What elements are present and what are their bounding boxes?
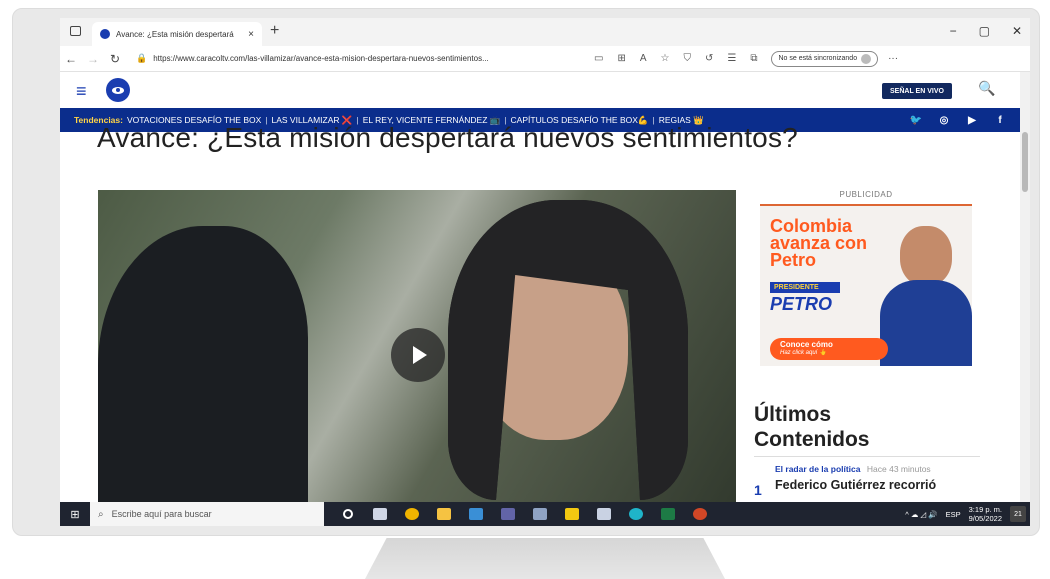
browser-tab[interactable]: Avance: ¿Esta misión despertará × [92,22,262,46]
window-controls: − ▢ ✕ [950,24,1022,38]
address-toolbar: ← → ↻ 🔒 https://www.caracoltv.com/las-vi… [60,46,1030,72]
ad-cta-button[interactable]: Conoce cómo Haz click aquí 👆 [770,338,888,360]
extension-icon[interactable]: ⛉ [683,53,691,64]
read-aloud-icon[interactable]: A [640,53,647,64]
powerpoint-icon[interactable] [684,502,716,526]
twitter-icon[interactable]: 🐦 [908,112,924,128]
forward-icon[interactable]: → [82,52,104,66]
screen: Avance: ¿Esta misión despertará × + − ▢ … [60,18,1030,526]
clock[interactable]: 3:19 p. m. 9/05/2022 [969,505,1002,523]
ad-name: PETRO [770,294,833,314]
more-options-icon[interactable]: ··· [888,53,898,64]
collections-icon[interactable]: ⧉ [750,53,757,64]
advertisement[interactable]: Colombia avanza con Petro PRESIDENTE PET… [760,204,972,366]
profile-avatar [861,53,872,64]
ad-photo [880,216,972,366]
reader-view-icon[interactable]: ▭ [594,53,603,64]
mail-icon[interactable] [588,502,620,526]
maximize-button[interactable]: ▢ [979,24,990,38]
latest-time: Hace 43 minutos [866,464,931,474]
url-bar[interactable]: 🔒 https://www.caracoltv.com/las-villamiz… [136,50,586,68]
play-icon [413,346,427,364]
latest-item-title[interactable]: Federico Gutiérrez recorrió [775,478,936,492]
clock-time: 3:19 p. m. [968,505,1002,514]
start-button[interactable]: ⊞ [60,508,90,521]
favorites-bar-icon[interactable]: ☰ [727,53,736,64]
lock-icon: 🔒 [136,53,148,63]
favicon-icon [100,29,110,39]
caracol-logo[interactable] [106,78,130,102]
tab-title: Avance: ¿Esta misión despertará [116,29,234,39]
minimize-button[interactable]: − [950,24,957,38]
browser-tabbar: Avance: ¿Esta misión despertará × + − ▢ … [60,18,1030,46]
new-tab-button[interactable]: + [270,22,279,40]
article-headline: Avance: ¿Esta misión despertará nuevos s… [97,122,798,153]
sync-button[interactable]: No se está sincronizando [771,50,879,67]
social-links: 🐦 ◎ ▶ f [908,112,1008,128]
ad-president-label: PRESIDENTE [770,282,840,293]
youtube-icon[interactable]: ▶ [964,112,980,128]
url-text: https://www.caracoltv.com/las-villamizar… [153,54,489,63]
sync-label: No se está sincronizando [778,55,858,62]
tab-close-button[interactable]: × [248,29,254,40]
ad-headline: Colombia avanza con Petro [770,216,868,270]
clock-date: 9/05/2022 [968,514,1002,523]
monitor-stand [365,538,725,579]
back-icon[interactable]: ← [60,52,82,66]
chrome-icon[interactable] [396,502,428,526]
ad-label: PUBLICIDAD [839,190,893,199]
divider [754,456,980,457]
task-view-icon[interactable] [364,502,396,526]
refresh-page-icon[interactable]: ↺ [705,53,713,64]
app-icon[interactable] [460,502,492,526]
notification-center-icon[interactable]: 21 [1010,506,1026,522]
play-button[interactable] [391,328,445,382]
refresh-icon[interactable]: ↻ [104,52,126,66]
immersive-reader-icon[interactable]: ⊞ [617,53,625,64]
edge-icon[interactable] [620,502,652,526]
tray-icons[interactable]: ^ ☁ ◿ 🔊 [905,510,937,519]
live-signal-button[interactable]: SEÑAL EN VIVO [882,83,952,99]
system-tray: ^ ☁ ◿ 🔊 ESP 3:19 p. m. 9/05/2022 21 [905,502,1026,526]
language-indicator[interactable]: ESP [946,510,961,519]
teams-icon[interactable] [492,502,524,526]
latest-section-title: Últimos Contenidos [754,403,870,451]
windows-taskbar: ⊞ ⌕ Escribe aquí para buscar ^ ☁ ◿ 🔊 ESP… [60,502,1030,526]
video-player[interactable] [98,190,736,502]
favorite-icon[interactable]: ☆ [661,53,670,64]
search-icon[interactable]: 🔍 [978,80,995,97]
app-icon[interactable] [524,502,556,526]
scrollbar-thumb[interactable] [1022,132,1028,192]
latest-category[interactable]: El radar de la política [775,464,861,474]
site-header: ≡ SEÑAL EN VIVO 🔍 [60,72,1020,108]
video-thumbnail-figure [98,226,308,502]
address-icons: ▭ ⊞ A ☆ ⛉ ↺ ☰ ⧉ [594,53,757,64]
instagram-icon[interactable]: ◎ [936,112,952,128]
taskbar-search[interactable]: ⌕ Escribe aquí para buscar [90,502,324,526]
ad-cta-sub: Haz click aquí 👆 [780,350,827,356]
tab-actions-icon[interactable] [70,26,81,36]
excel-icon[interactable] [652,502,684,526]
powerbi-icon[interactable] [556,502,588,526]
latest-item-meta: El radar de la política Hace 43 minutos [775,464,931,474]
cortana-icon[interactable] [332,502,364,526]
search-icon: ⌕ [98,508,104,520]
ad-cta-label: Conoce cómo [780,340,833,349]
file-explorer-icon[interactable] [428,502,460,526]
menu-icon[interactable]: ≡ [76,81,87,102]
close-window-button[interactable]: ✕ [1012,24,1022,38]
taskbar-apps [332,502,716,526]
page-scrollbar[interactable] [1020,72,1030,502]
facebook-icon[interactable]: f [992,112,1008,128]
taskbar-search-placeholder: Escribe aquí para buscar [111,509,212,519]
latest-item-number: 1 [754,482,762,498]
